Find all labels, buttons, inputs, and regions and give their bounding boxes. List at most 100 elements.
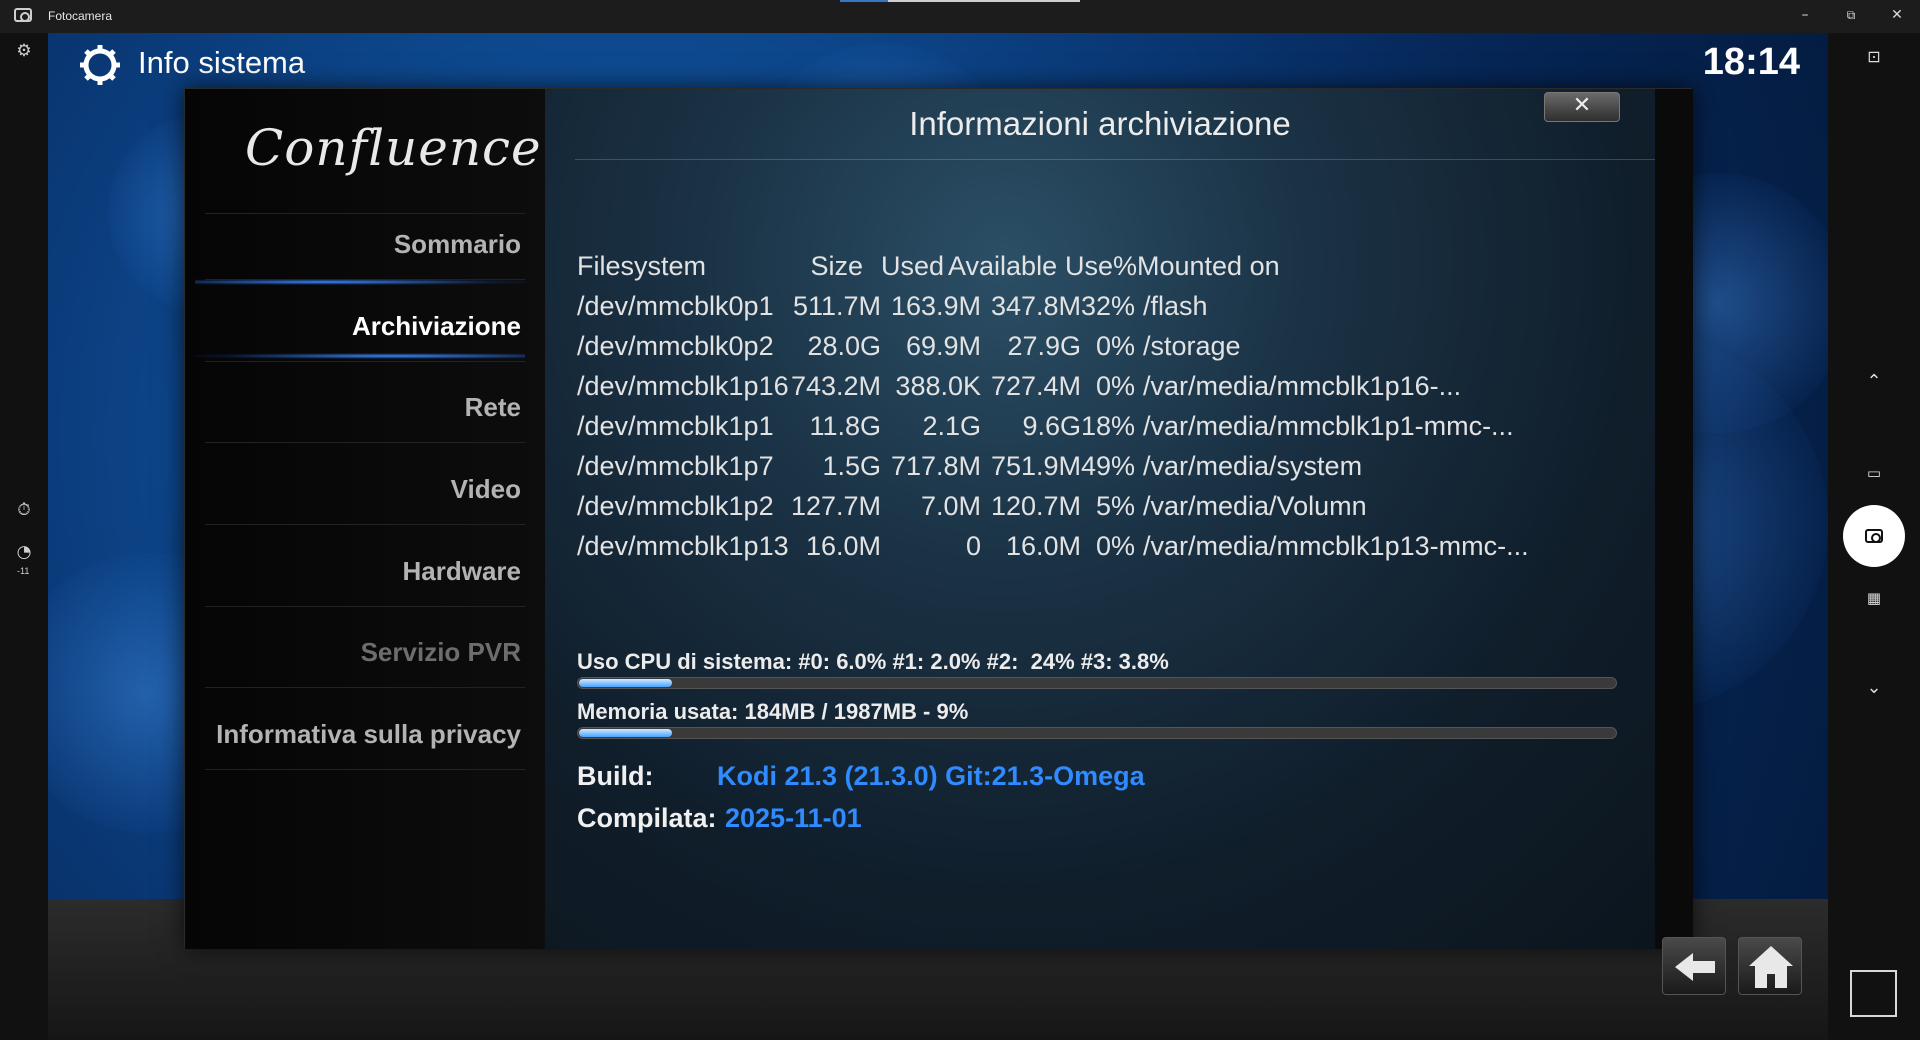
- table-cell: 0%: [1095, 331, 1135, 361]
- table-cell: 9.6G: [1022, 411, 1081, 441]
- menu-item-privacy[interactable]: Informativa sulla privacy: [191, 719, 521, 750]
- table-cell: /var/media/mmcblk1p13-mmc-...: [1143, 531, 1529, 561]
- table-cell: /dev/mmcblk1p13: [577, 531, 789, 561]
- table-cell: /var/media/mmcblk1p16-...: [1143, 371, 1462, 401]
- compiled-value: 2025-11-01: [725, 803, 862, 833]
- memory-usage-label: Memoria usata: 184MB / 1987MB - 9%: [577, 699, 969, 724]
- compiled-label: Compilata:: [577, 803, 717, 833]
- table-cell: 69.9M: [905, 331, 981, 361]
- menu-item-servizio-pvr[interactable]: Servizio PVR: [191, 637, 521, 668]
- close-window-button[interactable]: ✕: [1874, 0, 1920, 33]
- table-cell: /var/media/mmcblk1p1-mmc-...: [1143, 411, 1514, 441]
- table-header-cell: Used: [881, 251, 945, 281]
- table-header-cell: Mounted on: [1137, 251, 1280, 281]
- table-row: /dev/mmcblk1p2 127.7M 7.0M 120.7M 5% /var/med…: [185, 491, 1367, 525]
- gear-icon[interactable]: ⚙: [13, 40, 35, 62]
- window-title: Fotocamera: [48, 9, 113, 23]
- build-label: Build:: [577, 761, 654, 791]
- table-cell: 16.0M: [1005, 531, 1081, 561]
- table-cell: 32%: [1081, 291, 1136, 321]
- confluence-logo: Confluence: [245, 119, 542, 177]
- table-cell: 751.9M: [990, 451, 1081, 481]
- table-cell: 717.8M: [890, 451, 981, 481]
- kodi-screen: Info sistema 18:14 Confluence Sommario A…: [48, 33, 1828, 1040]
- table-cell: /dev/mmcblk1p16: [577, 371, 789, 401]
- table-header-cell: Use%: [1065, 251, 1138, 281]
- menu-divider: [205, 769, 525, 770]
- clock: 18:14: [1702, 41, 1800, 83]
- memory-usage-bar-fill: [579, 729, 672, 737]
- table-row: /dev/mmcblk1p13 16.0M 0 16.0M 0% /var/media/m…: [185, 531, 1529, 565]
- storage-info-dialog: Confluence Sommario Archiviazione Rete V…: [184, 88, 1693, 949]
- qr-code-icon[interactable]: ▦: [1858, 585, 1890, 611]
- table-cell: 0: [965, 531, 981, 561]
- table-header-row: Filesystem Size Used Available Use% Moun…: [185, 251, 1333, 285]
- table-cell: 27.9G: [1007, 331, 1081, 361]
- back-arrow-icon: [1675, 953, 1715, 981]
- cpu-usage-bar-fill: [579, 679, 672, 687]
- table-cell: 7.0M: [920, 491, 981, 521]
- close-dialog-button[interactable]: ✕: [1544, 92, 1620, 122]
- table-cell: 5%: [1095, 491, 1135, 521]
- table-cell: /var/media/system: [1143, 451, 1363, 481]
- table-row: /dev/mmcblk1p1 11.8G 2.1G 9.6G 18%/var/media…: [185, 411, 1514, 445]
- photo-capture-button[interactable]: [1843, 505, 1905, 567]
- table-header-cell: Available: [948, 251, 1058, 281]
- table-cell: /storage: [1143, 331, 1241, 361]
- home-icon: [1749, 946, 1793, 988]
- last-photo-thumbnail[interactable]: [1850, 970, 1897, 1017]
- camera-left-sidebar: ⚙ ⏱ ◔ -11: [0, 33, 48, 1040]
- titlebar-accent: [840, 0, 888, 2]
- table-cell: 2.1G: [922, 411, 981, 441]
- table-header-cell: Size: [810, 251, 863, 281]
- gear-icon: [80, 45, 120, 85]
- chevron-down-icon[interactable]: ⌄: [1858, 675, 1890, 701]
- back-button[interactable]: [1662, 937, 1726, 995]
- table-cell: 163.9M: [890, 291, 981, 321]
- menu-divider: [205, 606, 525, 607]
- window-titlebar: Fotocamera – ⧉ ✕: [0, 0, 1920, 33]
- table-cell: /flash: [1143, 291, 1208, 321]
- cpu-usage-bar: [577, 677, 1617, 689]
- dialog-edge: [1655, 89, 1693, 949]
- chevron-up-icon[interactable]: ⌃: [1858, 369, 1890, 395]
- exposure-icon[interactable]: ◔: [13, 541, 35, 563]
- camera-app-icon: [14, 8, 32, 22]
- titlebar-accent-light: [888, 0, 1080, 2]
- table-cell: 727.4M: [990, 371, 1081, 401]
- table-row: /dev/mmcblk0p1 511.7M 163.9M 347.8M 32%/flas…: [185, 291, 1333, 325]
- minimize-button[interactable]: –: [1782, 0, 1828, 33]
- build-value: Kodi 21.3 (21.3.0) Git:21.3-Omega: [717, 761, 1145, 791]
- menu-divider: [205, 213, 525, 214]
- table-cell: 1.5G: [822, 451, 881, 481]
- table-cell: 16.0M: [805, 531, 881, 561]
- table-row: /dev/mmcblk1p7 1.5G 717.8M 751.9M 49%/var/me…: [185, 451, 1362, 485]
- table-cell: 49%: [1081, 451, 1136, 481]
- video-icon[interactable]: ▭: [1858, 460, 1890, 486]
- cpu-usage-label: Uso CPU di sistema: #0: 6.0% #1: 2.0% #2…: [577, 649, 1169, 674]
- table-cell: /dev/mmcblk0p2: [577, 331, 774, 361]
- table-cell: 347.8M: [990, 291, 1081, 321]
- table-cell: /dev/mmcblk1p7: [577, 451, 774, 481]
- table-cell: 11.8G: [809, 411, 881, 441]
- table-cell: 743.2M: [790, 371, 881, 401]
- table-cell: 28.0G: [807, 331, 881, 361]
- table-cell: 18%: [1081, 411, 1136, 441]
- table-row: /dev/mmcblk0p2 28.0G 69.9M 27.9G 0% /storage: [185, 331, 1333, 365]
- restore-button[interactable]: ⧉: [1828, 0, 1874, 33]
- table-cell: 0%: [1095, 531, 1135, 561]
- settings-camera-icon[interactable]: ⊡: [1858, 44, 1890, 70]
- table-cell: /dev/mmcblk1p2: [577, 491, 774, 521]
- table-cell: 120.7M: [990, 491, 1081, 521]
- home-button[interactable]: [1738, 937, 1802, 995]
- photo-capture-icon: [1865, 529, 1883, 543]
- table-header-cell: Filesystem: [577, 251, 707, 281]
- title-divider: [575, 159, 1655, 160]
- table-cell: /dev/mmcblk1p1: [577, 411, 774, 441]
- memory-usage-bar: [577, 727, 1617, 739]
- dialog-title: Informazioni archiviazione: [909, 105, 1291, 142]
- table-cell: /dev/mmcblk0p1: [577, 291, 774, 321]
- timer-off-icon[interactable]: ⏱: [13, 499, 35, 521]
- page-title: Info sistema: [138, 45, 306, 80]
- table-cell: 511.7M: [792, 291, 881, 321]
